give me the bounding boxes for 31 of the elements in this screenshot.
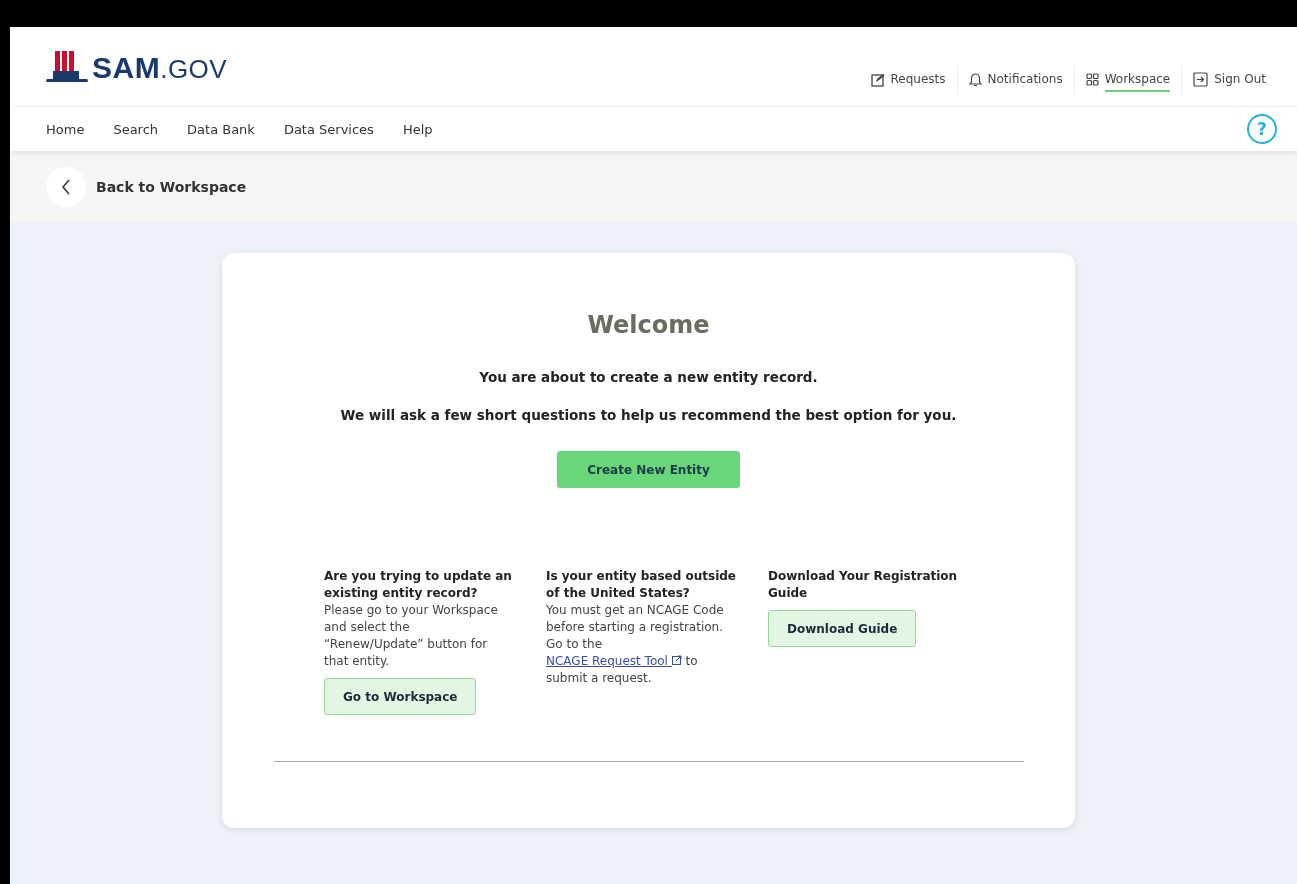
ncage-link[interactable]: NCAGE Request Tool [546, 654, 682, 668]
column-heading: Download Your Registration Guide [768, 568, 958, 602]
bell-icon [968, 72, 982, 87]
column-heading: Are you trying to update an existing entity record? [324, 568, 513, 602]
secondary-button[interactable]: Go to Workspace [324, 678, 477, 715]
header-link[interactable]: Notifications [962, 63, 1069, 96]
nav-link[interactable]: Data Services [283, 121, 374, 137]
chevron-left-icon [61, 178, 71, 195]
secondary-button[interactable]: Download Guide [768, 610, 917, 647]
intro-text: We will ask a few short questions to help us recommend the best option for you. [340, 407, 957, 423]
hat-logo-icon [46, 48, 88, 85]
grid-icon [1085, 73, 1099, 86]
column-text: Please go to your Workspace and select the “Renew/Update” button for that entity. [324, 602, 499, 670]
intro-text: You are about to create a new entity record. [479, 369, 818, 385]
logo-text[interactable]: SAM.GOV [92, 50, 228, 85]
header-link[interactable]: Requests [864, 63, 952, 96]
header-link[interactable]: Workspace [1079, 63, 1177, 96]
nav-link[interactable]: Data Bank [187, 121, 255, 137]
external-link-icon [671, 655, 682, 665]
back-link[interactable]: Back to Workspace [96, 178, 247, 195]
nav-link[interactable]: Home [46, 121, 85, 137]
nav-link[interactable]: Help [402, 121, 433, 137]
back-button[interactable] [46, 166, 86, 207]
sign-out-icon [1193, 72, 1209, 87]
edit-icon [870, 72, 885, 87]
create-entity-button[interactable]: Create New Entity [557, 451, 740, 488]
column-text: You must get an NCAGE Code before starting a registration. Go to the NCAGE Request Tool to submit a request. [546, 602, 725, 687]
nav-link[interactable]: Search [113, 121, 159, 137]
header-link[interactable]: Sign Out [1187, 63, 1272, 96]
welcome-title: Welcome [587, 311, 710, 339]
column-heading: Is your entity based outside of the United States? [546, 568, 736, 602]
